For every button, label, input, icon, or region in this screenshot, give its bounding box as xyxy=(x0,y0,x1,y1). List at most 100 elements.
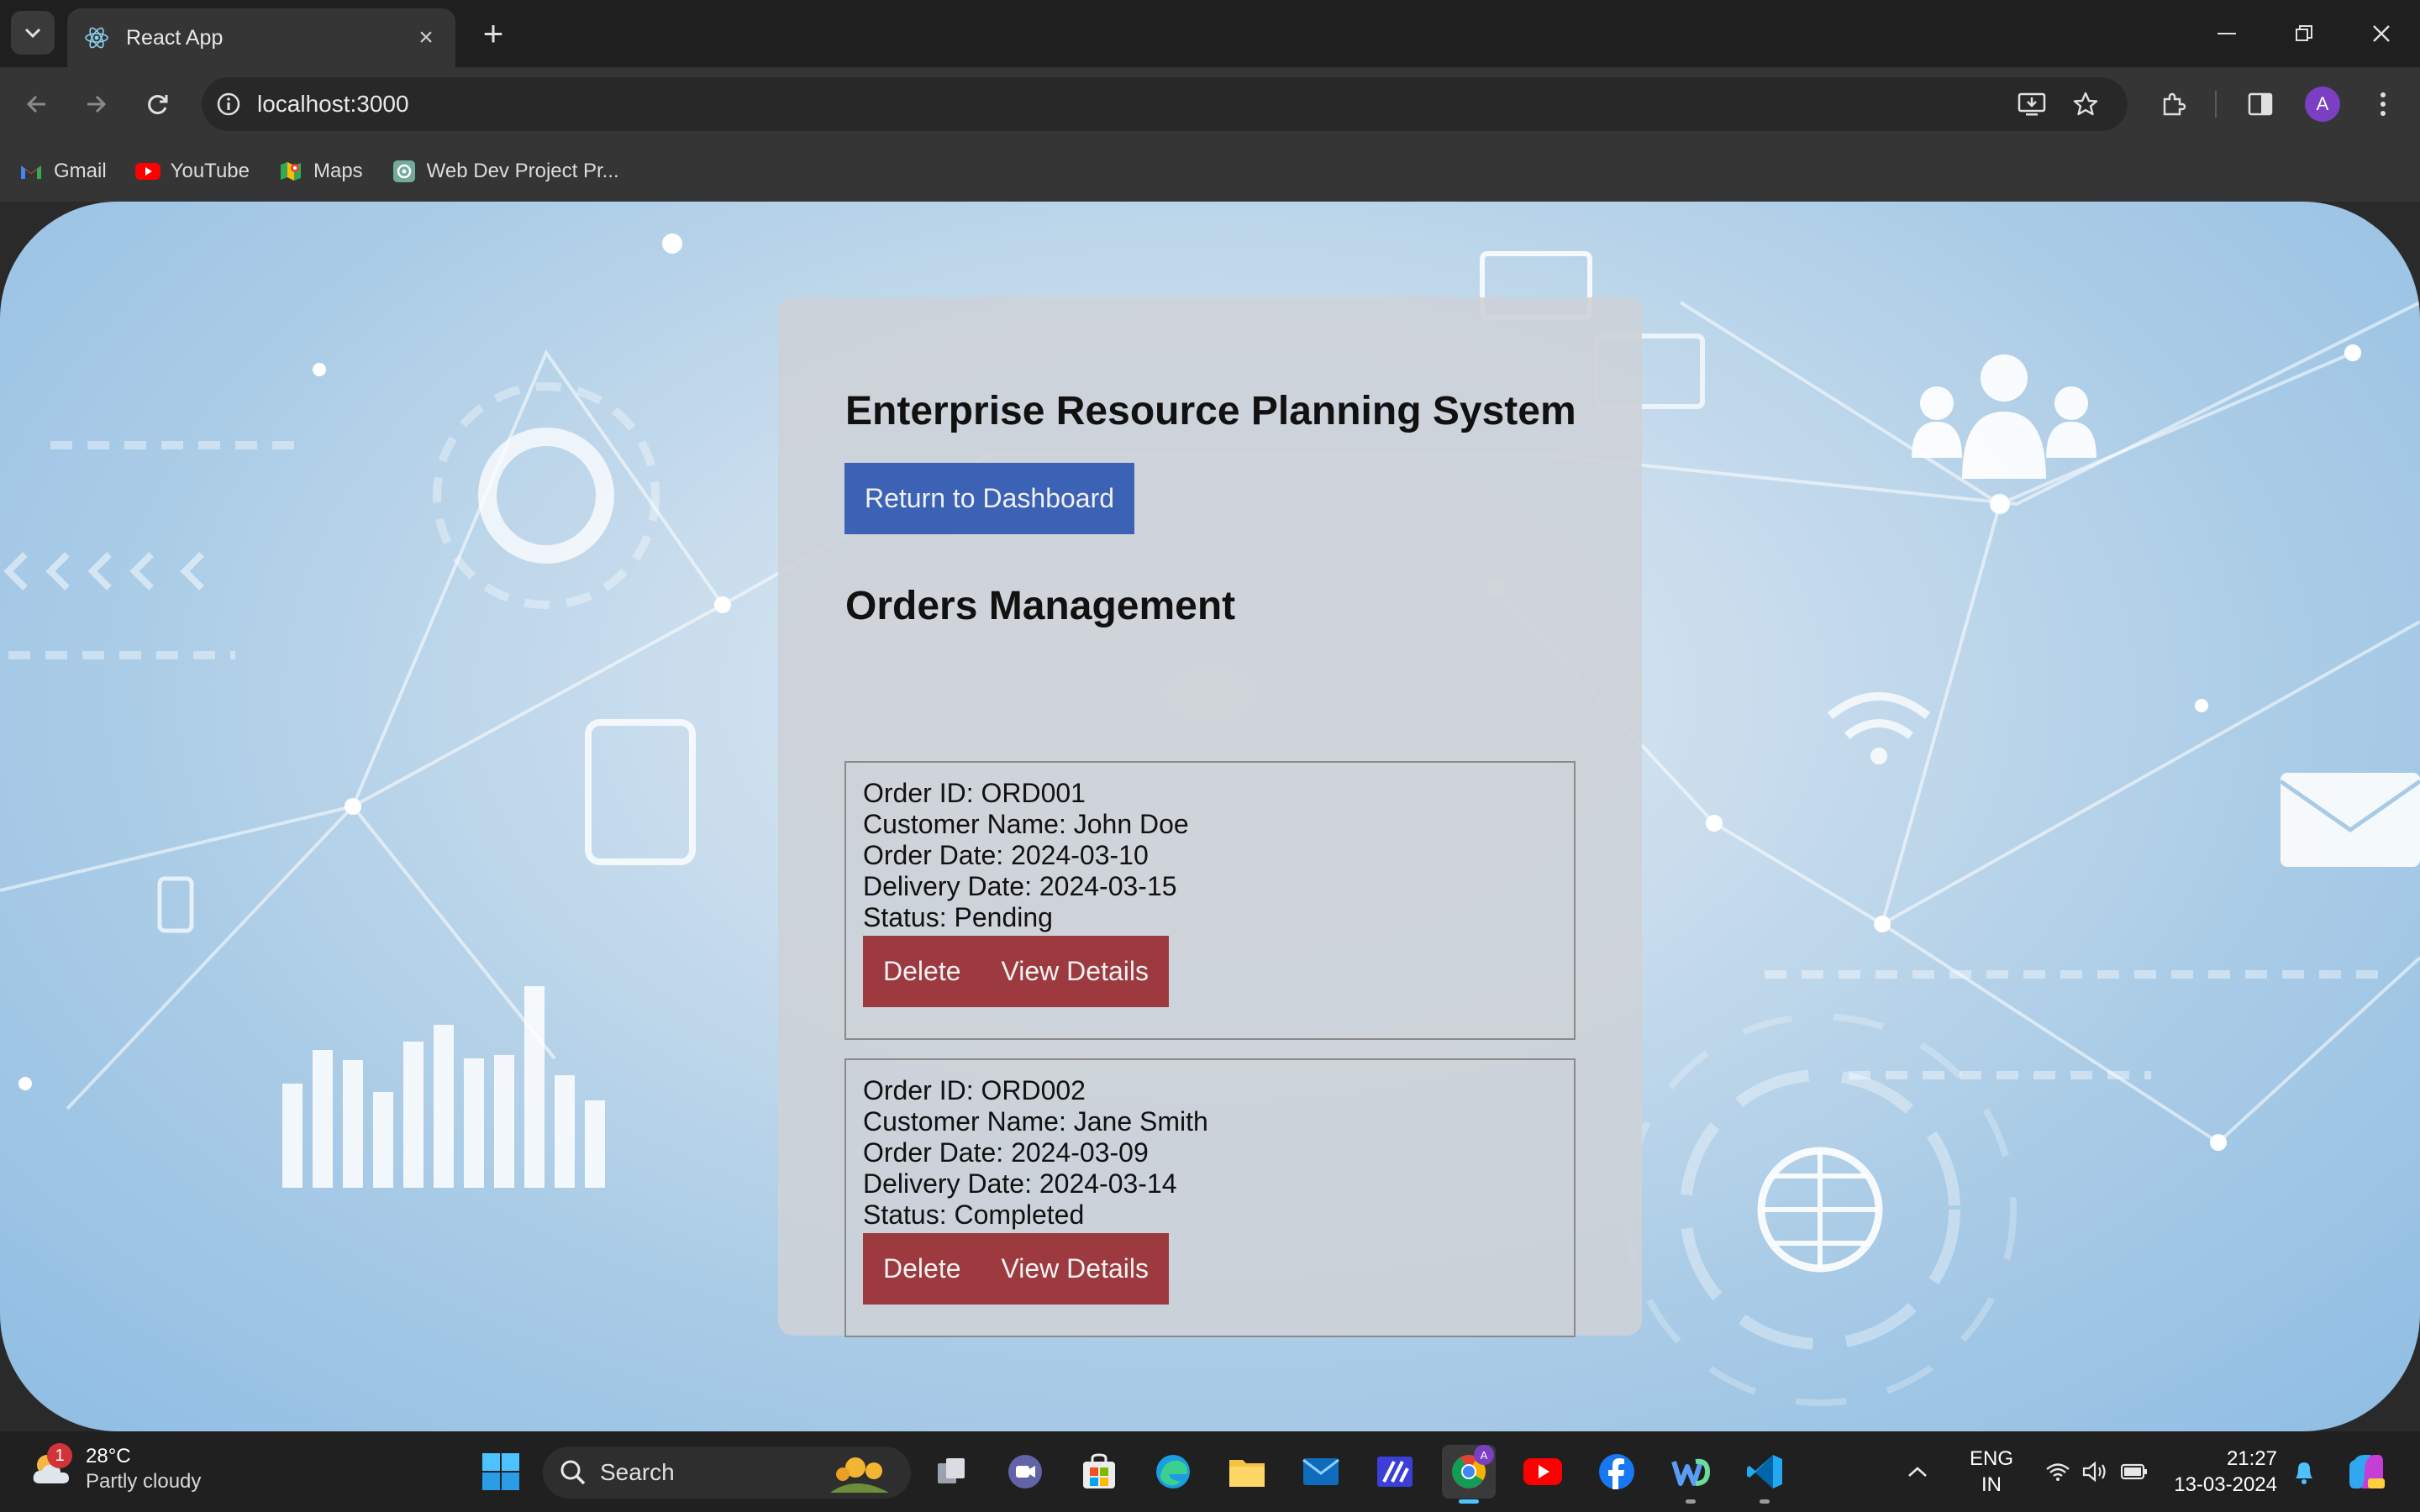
new-tab-button[interactable]: + xyxy=(475,15,512,52)
facebook-button[interactable] xyxy=(1590,1445,1644,1499)
running-indicator xyxy=(1760,1499,1770,1504)
tab-close-icon[interactable]: × xyxy=(413,24,439,52)
wifi-icon xyxy=(2046,1463,2070,1481)
bookmark-label: Gmail xyxy=(54,160,107,182)
delete-button[interactable]: Delete xyxy=(863,1233,981,1305)
bookmark-web-dev-project[interactable]: Web Dev Project Pr... xyxy=(392,159,619,184)
extensions-button[interactable] xyxy=(2153,84,2193,124)
address-bar[interactable]: localhost:3000 xyxy=(202,77,2128,131)
quick-settings-button[interactable] xyxy=(2033,1445,2160,1499)
section-title: Orders Management xyxy=(845,584,1236,628)
task-view-icon xyxy=(938,1458,965,1483)
mail-button[interactable] xyxy=(1294,1445,1348,1499)
youtube-icon xyxy=(1523,1458,1562,1485)
start-button[interactable] xyxy=(474,1445,528,1499)
profile-button[interactable]: A xyxy=(2302,84,2343,124)
lang-top: ENG xyxy=(1969,1447,2013,1470)
file-explorer-button[interactable] xyxy=(1220,1445,1274,1499)
partly-cloudy-icon: 1 xyxy=(29,1443,76,1492)
battery-icon xyxy=(2121,1463,2147,1480)
bookmark-gmail[interactable]: Gmail xyxy=(18,159,107,184)
order-card: Order ID: ORD001 Customer Name: John Doe… xyxy=(844,761,1576,1040)
chrome-button[interactable]: A xyxy=(1442,1445,1496,1504)
customer-name: Customer Name: Jane Smith xyxy=(863,1106,1208,1137)
edge-button[interactable] xyxy=(1146,1445,1200,1499)
lang-bottom: IN xyxy=(1981,1473,2002,1496)
mail-icon xyxy=(1302,1458,1339,1485)
weather-desc: Partly cloudy xyxy=(86,1470,202,1493)
show-hidden-icons-button[interactable] xyxy=(1897,1445,1938,1499)
store-icon xyxy=(1083,1453,1115,1488)
page-title: Enterprise Resource Planning System xyxy=(845,389,1576,433)
task-view-button[interactable] xyxy=(924,1445,978,1499)
view-details-button[interactable]: View Details xyxy=(981,936,1169,1007)
running-indicator xyxy=(1686,1499,1696,1504)
install-icon xyxy=(2018,92,2046,116)
edge-icon xyxy=(1156,1455,1190,1488)
minimize-button[interactable] xyxy=(2193,12,2260,55)
youtube-app-button[interactable] xyxy=(1516,1445,1570,1499)
bookmarks-bar: Gmail YouTube Maps Web Dev Project Pr... xyxy=(0,141,2420,202)
clock[interactable]: 21:27 13-03-2024 xyxy=(2168,1446,2277,1498)
copilot-icon xyxy=(2349,1455,2385,1488)
order-date: Order Date: 2024-03-10 xyxy=(863,840,1149,870)
order-id: Order ID: ORD001 xyxy=(863,778,1086,808)
app-icon xyxy=(1377,1457,1413,1487)
language-indicator[interactable]: ENG IN xyxy=(1958,1446,2025,1498)
vscode-button[interactable] xyxy=(1738,1445,1791,1504)
webex-button[interactable] xyxy=(1664,1445,1718,1504)
copilot-button[interactable] xyxy=(2339,1445,2393,1499)
reload-icon xyxy=(148,95,168,114)
bookmark-youtube[interactable]: YouTube xyxy=(134,159,250,184)
page-viewport: Enterprise Resource Planning System Retu… xyxy=(0,202,2420,1431)
chat-app-button[interactable] xyxy=(998,1445,1052,1499)
tab-search-button[interactable] xyxy=(11,11,55,55)
search-label: Search xyxy=(600,1459,675,1485)
active-indicator xyxy=(1459,1499,1479,1504)
close-icon xyxy=(2373,25,2390,42)
clock-time: 21:27 xyxy=(2226,1447,2277,1470)
close-window-button[interactable] xyxy=(2348,12,2415,55)
notifications-button[interactable] xyxy=(2284,1445,2324,1499)
taskbar-search[interactable]: Search xyxy=(543,1446,911,1499)
bell-icon xyxy=(2296,1462,2312,1484)
weather-temp: 28°C xyxy=(86,1445,131,1467)
reload-button[interactable] xyxy=(138,84,178,124)
chevron-down-icon xyxy=(24,28,41,39)
menu-button[interactable] xyxy=(2363,84,2403,124)
site-info-icon[interactable] xyxy=(212,87,245,121)
side-panel-icon xyxy=(2248,92,2273,116)
back-button[interactable] xyxy=(17,84,57,124)
bookmark-star-button[interactable] xyxy=(2065,84,2106,124)
forward-button[interactable] xyxy=(76,84,116,124)
maps-icon xyxy=(278,159,303,184)
delete-button[interactable]: Delete xyxy=(863,936,981,1007)
order-card: Order ID: ORD002 Customer Name: Jane Smi… xyxy=(844,1058,1576,1337)
bookmark-maps[interactable]: Maps xyxy=(278,159,363,184)
star-icon xyxy=(2073,92,2098,116)
chatgpt-icon xyxy=(392,159,417,184)
side-panel-button[interactable] xyxy=(2240,84,2281,124)
orders-panel: Enterprise Resource Planning System Retu… xyxy=(778,297,1642,1337)
volume-icon xyxy=(2082,1461,2106,1483)
meet-icon xyxy=(1008,1455,1042,1488)
install-app-button[interactable] xyxy=(2012,84,2052,124)
browser-tab[interactable]: React App × xyxy=(67,8,455,67)
minimize-icon xyxy=(2217,33,2236,34)
view-details-button[interactable]: View Details xyxy=(981,1233,1169,1305)
return-to-dashboard-button[interactable]: Return to Dashboard xyxy=(844,463,1134,534)
restore-button[interactable] xyxy=(2270,12,2338,55)
windows-icon xyxy=(482,1453,519,1490)
weather-widget[interactable]: 1 28°C Partly cloudy xyxy=(29,1443,201,1494)
arrow-right-icon xyxy=(87,95,107,113)
folder-icon xyxy=(1229,1460,1265,1487)
order-actions: Delete View Details xyxy=(863,1233,1169,1305)
react-icon xyxy=(84,25,109,50)
app-button[interactable] xyxy=(1368,1445,1422,1499)
delivery-date: Delivery Date: 2024-03-15 xyxy=(863,871,1177,901)
order-date: Order Date: 2024-03-09 xyxy=(863,1137,1149,1168)
order-status: Status: Pending xyxy=(863,902,1053,932)
toolbar-separator xyxy=(2215,91,2217,118)
store-button[interactable] xyxy=(1072,1445,1126,1499)
restore-icon xyxy=(2296,25,2312,41)
